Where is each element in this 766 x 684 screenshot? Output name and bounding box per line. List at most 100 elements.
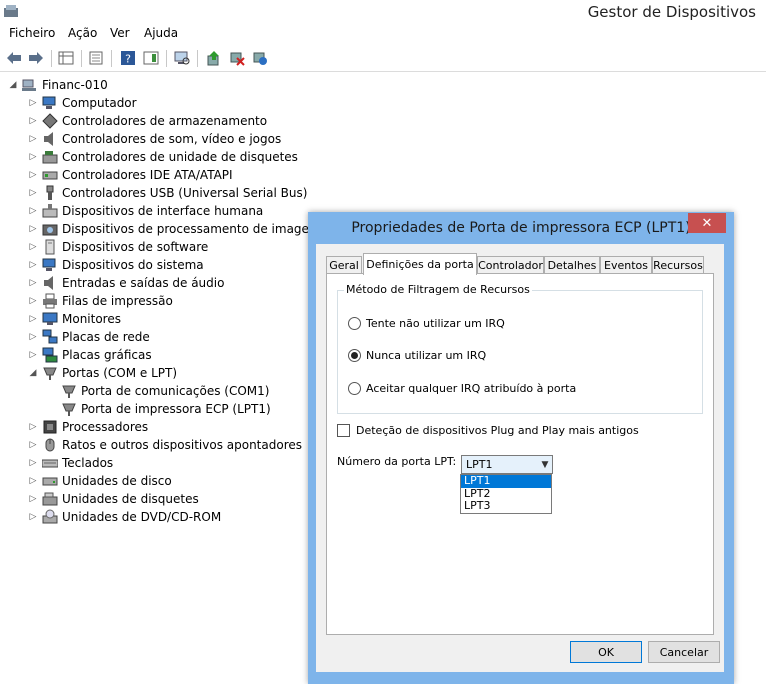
expand-icon[interactable]: ▷: [28, 328, 38, 346]
expand-icon[interactable]: ▷: [28, 130, 38, 148]
tab-events[interactable]: Eventos: [600, 256, 652, 274]
action-pane-icon[interactable]: [141, 48, 161, 68]
tab-port-settings[interactable]: Definições da porta: [363, 253, 477, 275]
tree-item-floppy-drives[interactable]: ▷ Unidades de disquetes: [28, 490, 199, 508]
menu-ficheiro[interactable]: Ficheiro: [9, 26, 55, 40]
expand-icon[interactable]: ▷: [28, 184, 38, 202]
expand-icon[interactable]: ▷: [28, 202, 38, 220]
tree-item-floppy-controllers[interactable]: ▷ Controladores de unidade de disquetes: [28, 148, 298, 166]
expand-icon[interactable]: ▷: [28, 346, 38, 364]
dvd-drive-icon: [42, 509, 58, 525]
radio-never-irq[interactable]: Nunca utilizar um IRQ: [348, 349, 486, 362]
tree-item-imaging[interactable]: ▷ Dispositivos de processamento de image…: [28, 220, 323, 238]
tree-item-audio-io[interactable]: ▷ Entradas e saídas de áudio: [28, 274, 224, 292]
expand-icon[interactable]: ▷: [28, 148, 38, 166]
tree-item-label: Controladores USB (Universal Serial Bus): [62, 186, 308, 200]
dropdown-option-lpt3[interactable]: LPT3: [461, 499, 551, 513]
list-view-icon[interactable]: [86, 48, 106, 68]
toolbar-separator: [81, 50, 82, 67]
expand-icon[interactable]: ▷: [28, 418, 38, 436]
tree-item-computador[interactable]: ▷ Computador: [28, 94, 137, 112]
keyboard-icon: [42, 455, 58, 471]
menu-acao[interactable]: Ação: [68, 26, 97, 40]
properties-grid-icon[interactable]: [56, 48, 76, 68]
expand-icon[interactable]: ▷: [28, 454, 38, 472]
toolbar: ?: [0, 45, 766, 72]
tree-item-display-adapters[interactable]: ▷ Placas gráficas: [28, 346, 152, 364]
menu-ver[interactable]: Ver: [110, 26, 130, 40]
tree-item-network-adapters[interactable]: ▷ Placas de rede: [28, 328, 150, 346]
tab-resources[interactable]: Recursos: [652, 256, 704, 274]
expand-icon[interactable]: ▷: [28, 256, 38, 274]
expand-icon[interactable]: ▷: [28, 166, 38, 184]
radio-label: Aceitar qualquer IRQ atribuído à porta: [366, 382, 577, 395]
floppy-controller-icon: [42, 149, 58, 165]
expand-icon[interactable]: ▷: [28, 112, 38, 130]
tree-item-keyboards[interactable]: ▷ Teclados: [28, 454, 114, 472]
close-icon[interactable]: ✕: [688, 213, 726, 233]
tree-item-dvd-drives[interactable]: ▷ Unidades de DVD/CD-ROM: [28, 508, 221, 526]
tree-item-system-devices[interactable]: ▷ Dispositivos do sistema: [28, 256, 204, 274]
tree-item-processors[interactable]: ▷ Processadores: [28, 418, 149, 436]
expand-icon[interactable]: ▷: [28, 490, 38, 508]
radio-button[interactable]: [348, 382, 361, 395]
back-arrow-icon[interactable]: [4, 48, 24, 68]
tree-item-lpt1[interactable]: Porta de impressora ECP (LPT1): [47, 400, 271, 418]
collapse-icon[interactable]: ◢: [8, 76, 18, 94]
expand-icon[interactable]: ▷: [28, 220, 38, 238]
tree-item-label: Portas (COM e LPT): [62, 366, 178, 380]
expand-icon[interactable]: ▷: [28, 274, 38, 292]
help-icon[interactable]: ?: [118, 48, 138, 68]
processor-icon: [42, 419, 58, 435]
tree-item-com1[interactable]: Porta de comunicações (COM1): [47, 382, 269, 400]
expand-icon[interactable]: ▷: [28, 94, 38, 112]
disable-device-icon[interactable]: [227, 48, 247, 68]
tree-item-storage-controllers[interactable]: ▷ Controladores de armazenamento: [28, 112, 267, 130]
radio-try-no-irq[interactable]: Tente não utilizar um IRQ: [348, 317, 505, 330]
radio-any-irq[interactable]: Aceitar qualquer IRQ atribuído à porta: [348, 382, 576, 395]
checkbox-label: Deteção de dispositivos Plug and Play ma…: [356, 424, 639, 437]
radio-button-selected[interactable]: [348, 349, 361, 362]
tree-item-software-devices[interactable]: ▷ Dispositivos de software: [28, 238, 208, 256]
tab-geral[interactable]: Geral: [326, 256, 362, 274]
forward-arrow-icon[interactable]: [26, 48, 46, 68]
expand-icon[interactable]: ▷: [28, 238, 38, 256]
tree-item-ports[interactable]: ◢ Portas (COM e LPT): [28, 364, 177, 382]
cancel-button[interactable]: Cancelar: [648, 641, 720, 663]
expand-icon[interactable]: ▷: [28, 310, 38, 328]
tree-item-print-queues[interactable]: ▷ Filas de impressão: [28, 292, 173, 310]
ok-button[interactable]: OK: [570, 641, 642, 663]
monitor-scan-icon[interactable]: [172, 48, 192, 68]
tree-item-usb-controllers[interactable]: ▷ Controladores USB (Universal Serial Bu…: [28, 184, 307, 202]
menu-ajuda[interactable]: Ajuda: [144, 26, 178, 40]
expand-icon[interactable]: ▷: [28, 436, 38, 454]
expand-icon[interactable]: ▷: [28, 472, 38, 490]
update-driver-icon[interactable]: [204, 48, 224, 68]
toolbar-separator: [166, 50, 167, 67]
software-device-icon: [42, 239, 58, 255]
tree-item-label: Monitores: [62, 312, 121, 326]
chevron-down-icon[interactable]: ▼: [538, 460, 552, 470]
tree-item-ide-controllers[interactable]: ▷ Controladores IDE ATA/ATAPI: [28, 166, 233, 184]
lpt-number-select[interactable]: LPT1 ▼: [461, 455, 553, 474]
tab-driver[interactable]: Controlador: [477, 256, 544, 274]
tree-root[interactable]: ◢ Financ-010: [8, 76, 108, 94]
window-title: Gestor de Dispositivos: [587, 3, 756, 21]
dropdown-option-lpt1[interactable]: LPT1: [461, 474, 551, 488]
tab-details[interactable]: Detalhes: [544, 256, 600, 274]
tree-item-mice[interactable]: ▷ Ratos e outros dispositivos apontadore…: [28, 436, 302, 454]
tree-item-disk-drives[interactable]: ▷ Unidades de disco: [28, 472, 172, 490]
scan-hardware-icon[interactable]: [250, 48, 270, 68]
tree-item-label: Porta de impressora ECP (LPT1): [81, 402, 271, 416]
legacy-pnp-checkbox[interactable]: [337, 424, 350, 437]
collapse-icon[interactable]: ◢: [28, 364, 38, 382]
tree-item-sound-video[interactable]: ▷ Controladores de som, vídeo e jogos: [28, 130, 281, 148]
legacy-pnp-checkbox-row[interactable]: Deteção de dispositivos Plug and Play ma…: [337, 424, 639, 437]
tree-item-hid[interactable]: ▷ Dispositivos de interface humana: [28, 202, 263, 220]
expand-icon[interactable]: ▷: [28, 508, 38, 526]
radio-button[interactable]: [348, 317, 361, 330]
tree-item-monitors[interactable]: ▷ Monitores: [28, 310, 121, 328]
expand-icon[interactable]: ▷: [28, 292, 38, 310]
tree-item-label: Dispositivos de interface humana: [62, 204, 264, 218]
